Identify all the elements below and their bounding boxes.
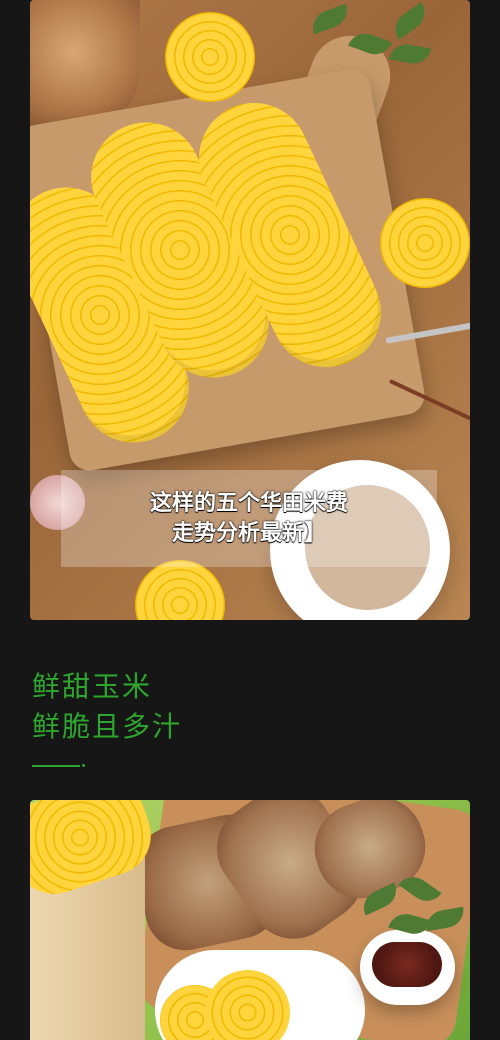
headline-line-1: 鲜甜玉米 <box>32 670 153 703</box>
overlay-title-line-1: 这样的五个华田米费 <box>149 490 348 516</box>
leaf-icon <box>308 3 352 35</box>
leaf-icon <box>388 41 432 67</box>
leaf-icon <box>388 2 432 40</box>
corn-slice <box>135 560 225 620</box>
section-headline: 鲜甜玉米 鲜脆且多汁 <box>32 667 182 747</box>
product-detail-page: 这样的五个华田米费 走势分析最新】 鲜甜玉米 鲜脆且多汁 <box>0 0 500 1040</box>
headline-underline <box>32 765 80 767</box>
jam <box>372 942 442 987</box>
headline-underline-dot <box>82 764 85 767</box>
title-overlay: 这样的五个华田米费 走势分析最新】 <box>61 470 437 567</box>
bottom-product-photo <box>30 800 470 1040</box>
headline-line-2: 鲜脆且多汁 <box>32 710 183 743</box>
overlay-title-line-2: 走势分析最新】 <box>171 520 326 546</box>
corn-slice <box>165 12 255 102</box>
